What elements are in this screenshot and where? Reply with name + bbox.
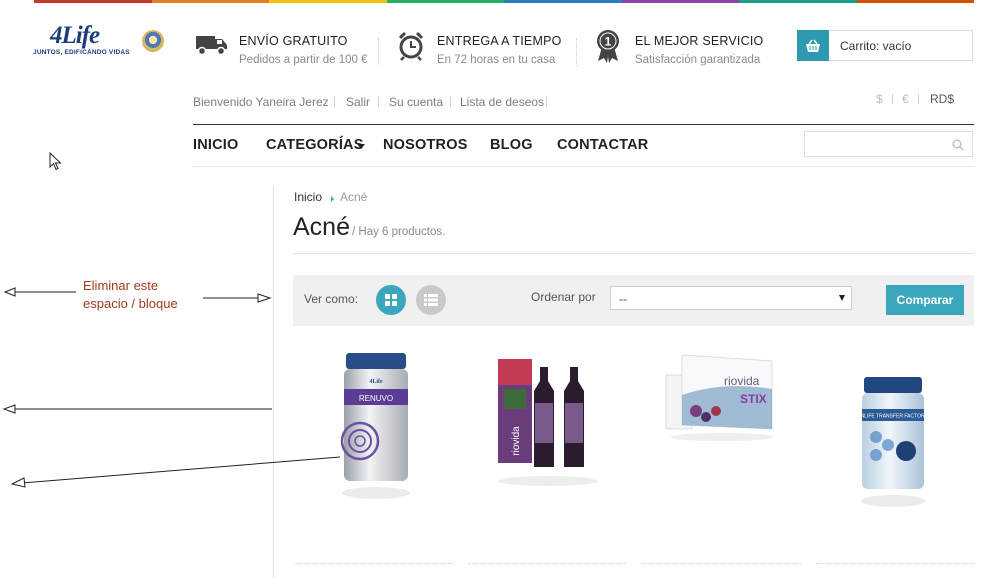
nav-contactar[interactable]: CONTACTAR (557, 137, 648, 153)
feature-subtitle: En 72 horas en tu casa (437, 54, 556, 66)
product-image-riovida: riovida (498, 359, 598, 486)
color-strip-segment (151, 0, 269, 3)
currency-eur[interactable]: € (902, 92, 909, 106)
svg-text:1: 1 (605, 35, 612, 49)
annotation-note: Eliminar este espacio / bloque (83, 278, 178, 311)
alarm-clock-icon (397, 31, 425, 66)
divider (334, 97, 335, 107)
wishlist-link[interactable]: Lista de deseos (460, 95, 544, 109)
cart-button[interactable]: Carrito: vacío (797, 30, 973, 61)
divider (576, 38, 577, 66)
product-image-riovida-stix: riovida STIX (665, 354, 774, 441)
divider (918, 94, 919, 104)
site-logo[interactable]: 4Life (50, 22, 100, 50)
grid-icon (385, 294, 397, 306)
product-divider (642, 563, 801, 565)
divider (378, 38, 379, 66)
nav-categorias[interactable]: CATEGORÍAS (266, 137, 364, 153)
sort-select-value: -- (619, 292, 627, 306)
nav-top-border (193, 124, 974, 125)
color-strip-segment (739, 0, 857, 3)
product-divider (294, 563, 453, 565)
product-divider (468, 563, 627, 565)
feature-title: ENVÍO GRATUITO (239, 34, 348, 48)
sort-select[interactable]: -- (610, 286, 852, 310)
cart-label: Carrito: vacío (840, 39, 912, 53)
list-icon (424, 294, 438, 306)
divider (546, 97, 547, 107)
chevron-down-icon (839, 295, 845, 301)
svg-text:4Life: 4Life (369, 379, 383, 385)
color-strip-segment (386, 0, 504, 3)
product-card[interactable]: riovida STIX (642, 345, 802, 560)
sidebar-divider (273, 186, 274, 578)
product-card[interactable]: 4LIFE TRANSFER FACTOR (816, 345, 976, 560)
account-link[interactable]: Su cuenta (389, 95, 443, 109)
welcome-text: Bienvenido Yaneira Jerez (193, 95, 329, 109)
color-strip-segment (621, 0, 739, 3)
seal-icon (142, 30, 164, 52)
svg-text:riovida: riovida (724, 374, 760, 388)
view-as-label: Ver como: (304, 292, 359, 306)
mouse-cursor-icon (49, 152, 62, 171)
feature-subtitle: Satisfacción garantizada (635, 54, 761, 66)
breadcrumb-home[interactable]: Inicio (294, 190, 322, 204)
product-card[interactable]: RENUVO 4Life (294, 345, 454, 560)
nav-inicio[interactable]: INICIO (193, 137, 239, 153)
search-icon[interactable] (952, 138, 964, 156)
color-strip-segment (504, 0, 622, 3)
currency-rd[interactable]: RD$ (930, 92, 954, 106)
sort-by-label: Ordenar por (531, 290, 596, 304)
feature-title: EL MEJOR SERVICIO (635, 34, 764, 48)
basket-icon (797, 30, 829, 61)
product-count: / Hay 6 productos. (352, 226, 446, 238)
grid-view-button[interactable] (376, 285, 406, 315)
nav-blog[interactable]: BLOG (490, 137, 533, 153)
top-color-strip (34, 0, 974, 3)
search-input[interactable] (804, 131, 973, 157)
product-image-transfer-factor: 4LIFE TRANSFER FACTOR (861, 377, 925, 507)
product-image-renuvo: RENUVO 4Life (340, 353, 410, 499)
breadcrumb-current: Acné (340, 190, 368, 204)
nav-bottom-border (193, 166, 974, 167)
page-title: Acné (293, 213, 350, 241)
currency-usd[interactable]: $ (876, 92, 883, 106)
divider (450, 97, 451, 107)
svg-text:riovida: riovida (511, 426, 522, 456)
nav-nosotros[interactable]: NOSOTROS (383, 137, 468, 153)
compare-button[interactable]: Comparar (886, 285, 964, 315)
breadcrumb-separator-icon (331, 196, 334, 202)
color-strip-segment (269, 0, 387, 3)
medal-icon: 1 (595, 29, 621, 68)
product-card[interactable]: riovida (468, 345, 628, 560)
divider (892, 94, 893, 104)
product-divider (816, 563, 974, 565)
title-divider (293, 253, 974, 254)
logout-link[interactable]: Salir (346, 95, 370, 109)
color-strip-segment (34, 0, 152, 3)
logo-tagline: JUNTOS, EDIFICANDO VIDAS (33, 49, 130, 56)
feature-title: ENTREGA A TIEMPO (437, 34, 562, 48)
feature-subtitle: Pedidos a partir de 100 € (239, 54, 368, 66)
chevron-down-icon (357, 144, 365, 149)
color-strip-segment (856, 0, 974, 3)
svg-text:4LIFE TRANSFER FACTOR: 4LIFE TRANSFER FACTOR (861, 414, 925, 420)
svg-text:STIX: STIX (740, 392, 767, 406)
list-view-button[interactable] (416, 285, 446, 315)
svg-text:RENUVO: RENUVO (359, 394, 393, 403)
truck-icon (195, 30, 229, 63)
divider (378, 97, 379, 107)
